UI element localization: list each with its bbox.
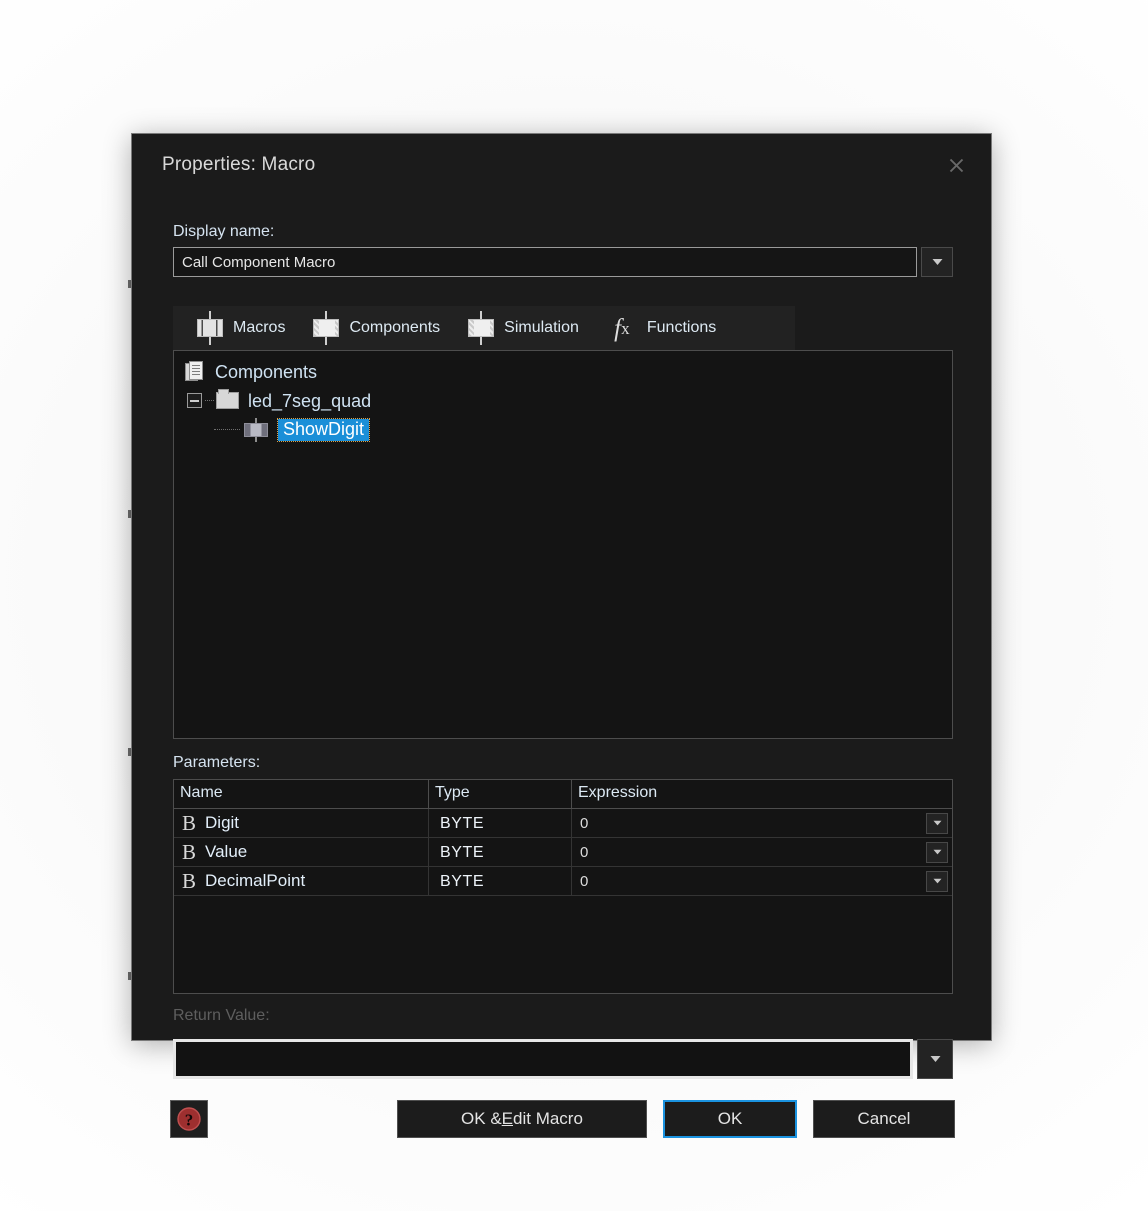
ok-edit-suffix: dit Macro (513, 1109, 583, 1128)
parameter-expression-cell-0[interactable]: 0 (572, 809, 952, 838)
return-value-input[interactable] (173, 1039, 913, 1079)
ok-and-edit-macro-button[interactable]: OK & Edit Macro (397, 1100, 647, 1138)
chevron-down-icon[interactable] (926, 841, 948, 863)
macro-icon (242, 417, 270, 442)
tab-functions-label: Functions (646, 319, 717, 336)
dialog-footer: ? OK & Edit Macro OK Cancel (132, 972, 991, 1138)
parameter-name-cell: B DecimalPoint (174, 866, 429, 896)
parameter-expression-0: 0 (580, 814, 589, 832)
tab-components-label: Components (349, 319, 441, 336)
tree-item-components-root[interactable]: Components (174, 357, 952, 386)
tab-components[interactable]: Components (311, 306, 452, 350)
simulation-chip-icon (466, 311, 496, 345)
parameter-name-0: Digit (205, 813, 240, 832)
display-name-combobox[interactable] (173, 247, 953, 277)
return-value-combobox[interactable] (173, 1039, 953, 1079)
parameter-expression-cell-2[interactable]: 0 (572, 867, 952, 896)
cancel-button-label: Cancel (857, 1109, 911, 1128)
tree-item-root-label: Components (215, 361, 318, 382)
dialog-title: Properties: Macro (162, 154, 316, 175)
parameter-type-2: BYTE (429, 866, 572, 896)
byte-type-icon: B (182, 839, 197, 864)
fx-icon: fx (614, 314, 630, 342)
column-header-name: Name (174, 780, 429, 809)
display-name-label: Display name: (173, 223, 275, 240)
tab-macros[interactable]: Macros (195, 306, 297, 350)
ok-edit-accel: E (501, 1109, 514, 1128)
parameter-name-1: Value (205, 842, 248, 861)
folder-icon (216, 389, 239, 409)
parameter-expression-2: 0 (580, 872, 589, 890)
tab-simulation-label: Simulation (504, 319, 579, 336)
byte-type-icon: B (182, 868, 197, 893)
parameters-table: Name Type Expression B Digit BYTE 0 B Va… (173, 779, 953, 994)
parameter-type-0: BYTE (429, 808, 572, 838)
tree-item-showdigit-label: ShowDigit (276, 417, 371, 442)
source-tabstrip: Macros Components Simulation fx Function… (173, 306, 795, 350)
byte-type-icon: B (182, 810, 197, 835)
ok-edit-prefix: OK & (461, 1109, 502, 1128)
parameter-name-2: DecimalPoint (205, 871, 306, 890)
svg-text:?: ? (185, 1111, 194, 1130)
tab-simulation[interactable]: Simulation (466, 306, 591, 350)
parameter-name-cell: B Value (174, 837, 429, 867)
parameter-expression-1: 0 (580, 843, 589, 861)
table-row[interactable]: B DecimalPoint BYTE 0 (174, 866, 952, 896)
display-name-input[interactable] (173, 247, 917, 277)
tree-connector (205, 400, 214, 401)
column-header-type: Type (429, 780, 572, 809)
tree-item-led-7seg-quad[interactable]: led_7seg_quad (174, 386, 952, 415)
parameter-type-1: BYTE (429, 837, 572, 867)
tree-connector-leaf (214, 429, 240, 430)
parameter-name-cell: B Digit (174, 808, 429, 838)
tab-macros-label: Macros (233, 319, 286, 336)
chevron-down-icon[interactable] (917, 1039, 953, 1079)
help-icon[interactable]: ? (170, 1100, 208, 1138)
dialog-titlebar: Properties: Macro (132, 134, 991, 196)
close-icon[interactable] (935, 146, 977, 184)
chevron-down-icon[interactable] (921, 247, 953, 277)
parameter-expression-cell-1[interactable]: 0 (572, 838, 952, 867)
component-chip-icon (311, 311, 341, 345)
ok-button-label: OK (717, 1109, 743, 1128)
chevron-down-icon[interactable] (926, 870, 948, 892)
parameters-label: Parameters: (173, 754, 261, 771)
tree-item-showdigit[interactable]: ShowDigit (174, 415, 952, 444)
minus-box-icon[interactable] (187, 393, 202, 408)
chevron-down-icon[interactable] (926, 812, 948, 834)
cancel-button[interactable]: Cancel (813, 1100, 955, 1138)
macro-properties-dialog: Properties: Macro Display name: Macros (131, 133, 992, 1138)
component-tree-panel[interactable]: Components led_7seg_quad ShowDigit (173, 350, 953, 739)
parameters-table-header: Name Type Expression (174, 780, 952, 809)
tree-item-folder-label: led_7seg_quad (248, 390, 372, 411)
documents-icon (185, 360, 205, 383)
column-header-expression: Expression (578, 784, 658, 801)
table-row[interactable]: B Value BYTE 0 (174, 837, 952, 867)
ok-button[interactable]: OK (663, 1100, 797, 1138)
tab-functions[interactable]: fx Functions (605, 306, 728, 350)
chip-icon (195, 311, 225, 345)
table-row[interactable]: B Digit BYTE 0 (174, 808, 952, 838)
